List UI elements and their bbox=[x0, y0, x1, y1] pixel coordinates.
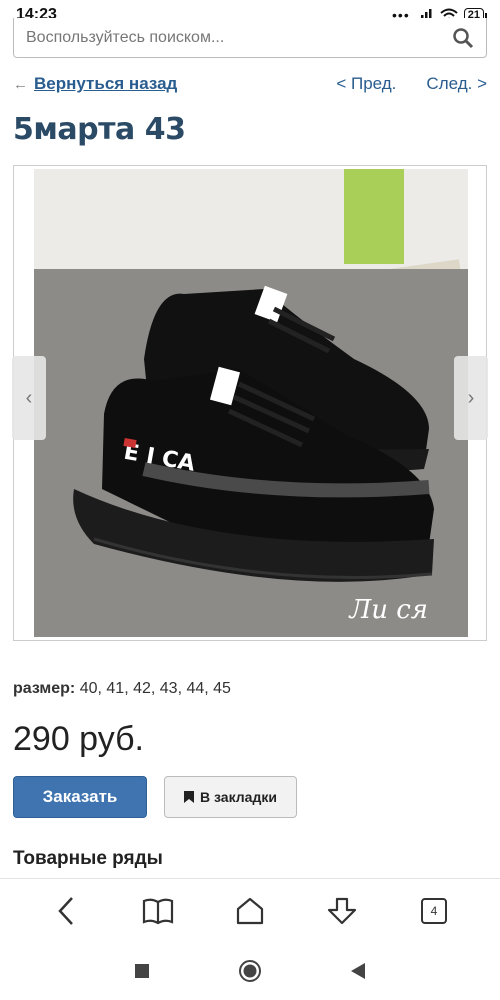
page-title: 5марта 43 bbox=[13, 112, 186, 147]
bookmark-icon bbox=[184, 791, 195, 803]
product-photo[interactable]: E I CA Ли ся bbox=[34, 169, 468, 637]
back-arrow-icon: ← bbox=[13, 75, 28, 93]
home-button[interactable] bbox=[228, 889, 272, 933]
image-watermark: Ли ся bbox=[349, 595, 428, 625]
back-link[interactable]: Вернуться назад bbox=[34, 74, 177, 94]
chevron-left-icon: ‹ bbox=[25, 386, 33, 409]
next-link[interactable]: След. > bbox=[426, 74, 487, 94]
search-icon[interactable] bbox=[452, 27, 474, 49]
order-button[interactable]: Заказать bbox=[13, 776, 147, 818]
prev-link[interactable]: < Пред. bbox=[336, 74, 396, 94]
size-info: размер: 40, 41, 42, 43, 44, 45 bbox=[13, 680, 231, 698]
browser-back-button[interactable] bbox=[44, 889, 88, 933]
bookmark-button[interactable]: В закладки bbox=[164, 776, 297, 818]
size-label: размер: bbox=[13, 680, 76, 697]
tabs-count: 4 bbox=[421, 897, 447, 924]
gallery-prev-button[interactable]: ‹ bbox=[12, 356, 46, 440]
download-icon bbox=[327, 897, 357, 924]
gallery-next-button[interactable]: › bbox=[454, 356, 488, 440]
product-price: 290 руб. bbox=[13, 720, 145, 758]
book-icon bbox=[142, 898, 174, 924]
section-heading: Товарные ряды bbox=[13, 848, 163, 869]
download-button[interactable] bbox=[320, 889, 364, 933]
system-nav-bar bbox=[0, 942, 500, 1000]
recent-apps-icon[interactable] bbox=[134, 963, 150, 979]
system-back-icon[interactable] bbox=[350, 962, 366, 980]
bookmarks-button[interactable] bbox=[136, 889, 180, 933]
chevron-right-icon: › bbox=[467, 386, 475, 409]
browser-toolbar: 4 bbox=[0, 878, 500, 942]
tabs-button[interactable]: 4 bbox=[412, 889, 456, 933]
sneaker-image: E I CA bbox=[34, 169, 468, 637]
pagination-nav: ← Вернуться назад < Пред. След. > bbox=[13, 72, 487, 96]
search-placeholder: Воспользуйтесь поиском... bbox=[26, 28, 225, 46]
search-input[interactable]: Воспользуйтесь поиском... bbox=[13, 18, 487, 58]
home-circle-icon[interactable] bbox=[238, 959, 262, 983]
product-gallery: E I CA Ли ся ‹ › bbox=[12, 165, 488, 641]
size-values: 40, 41, 42, 43, 44, 45 bbox=[79, 680, 231, 697]
bookmark-button-label: В закладки bbox=[200, 789, 277, 805]
back-icon bbox=[58, 896, 73, 925]
home-icon bbox=[236, 897, 264, 924]
